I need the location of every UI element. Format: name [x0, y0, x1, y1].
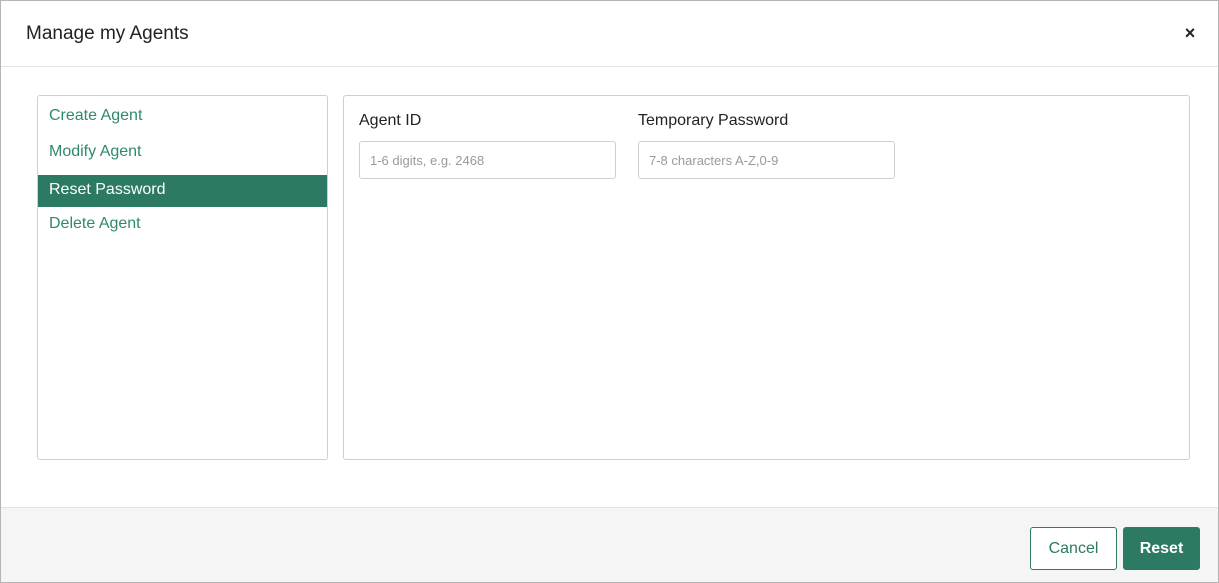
- agent-id-field-group: Agent ID: [359, 109, 616, 179]
- close-icon[interactable]: ×: [1180, 23, 1200, 43]
- reset-button[interactable]: Reset: [1123, 527, 1200, 570]
- temp-password-input[interactable]: [638, 141, 895, 179]
- temp-password-label: Temporary Password: [638, 112, 789, 129]
- menu-item-reset-password[interactable]: Reset Password: [38, 175, 327, 207]
- manage-agents-dialog: Manage my Agents × Create Agent Modify A…: [0, 0, 1219, 583]
- menu-item-modify-agent[interactable]: Modify Agent: [38, 137, 327, 173]
- menu-item-create-agent[interactable]: Create Agent: [38, 101, 327, 137]
- agent-actions-menu: Create Agent Modify Agent Reset Password…: [37, 95, 328, 460]
- menu-item-delete-agent[interactable]: Delete Agent: [38, 209, 327, 245]
- dialog-title: Manage my Agents: [26, 23, 189, 44]
- dialog-footer: Cancel Reset: [1, 507, 1218, 582]
- agent-id-label: Agent ID: [359, 112, 422, 129]
- temp-password-field-group: Temporary Password: [638, 109, 895, 179]
- agent-id-input[interactable]: [359, 141, 616, 179]
- dialog-header: Manage my Agents ×: [1, 1, 1218, 67]
- reset-password-form: Agent ID Temporary Password: [343, 95, 1190, 460]
- cancel-button[interactable]: Cancel: [1030, 527, 1117, 570]
